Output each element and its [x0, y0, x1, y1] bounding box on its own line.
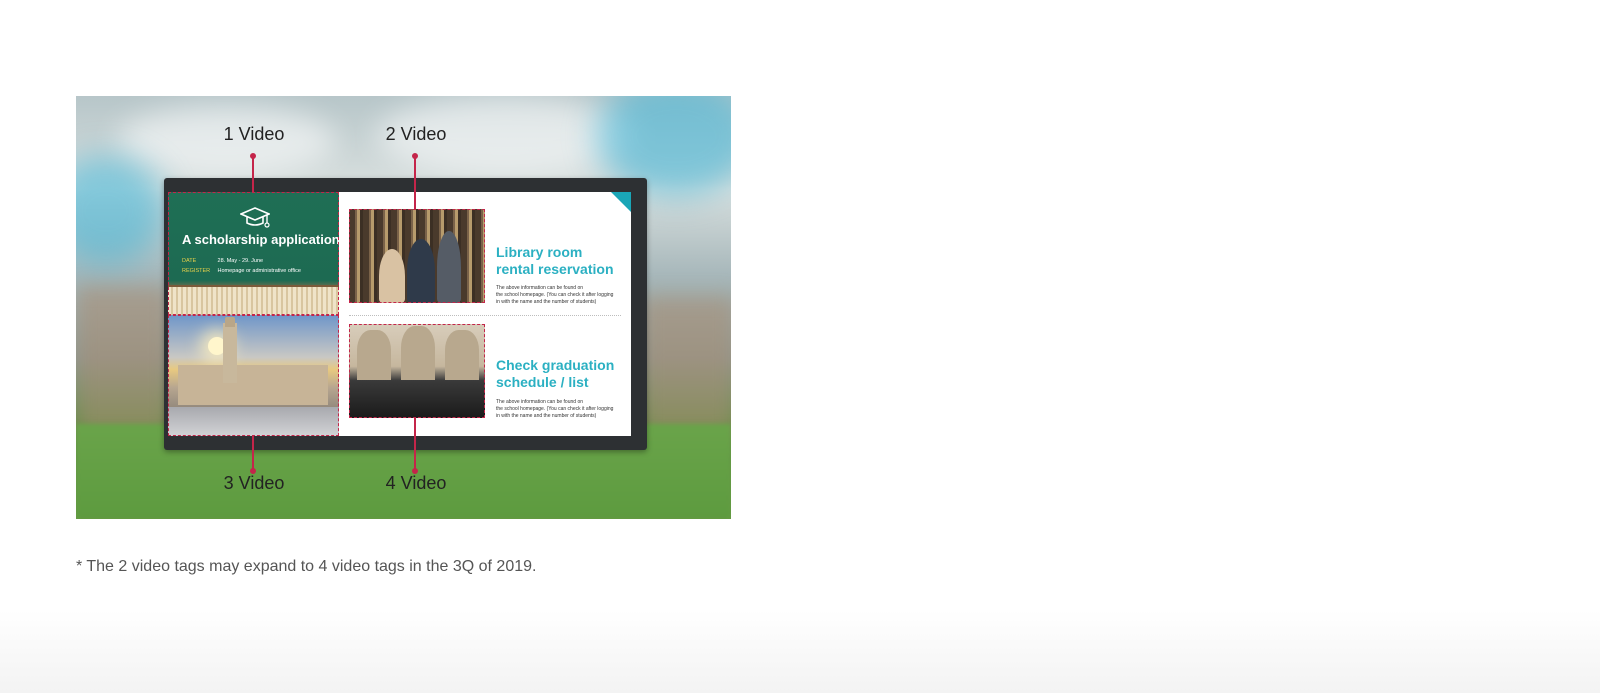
- callout-leader-4: [414, 418, 416, 471]
- graduation-title: Check graduation schedule / list: [496, 357, 626, 391]
- graduation-desc-line3: in with the name and the number of stude…: [496, 413, 597, 419]
- video-zone-4-outline: [349, 324, 485, 418]
- callout-label-2: 2 Video: [385, 124, 447, 144]
- video-zone-1-outline: [168, 192, 339, 315]
- library-desc-line3: in with the name and the number of stude…: [496, 299, 597, 305]
- video-zone-3-outline: [168, 315, 339, 436]
- library-title: Library room rental reservation: [496, 244, 626, 278]
- graduation-desc-line2: the school homepage. (You can check it a…: [496, 406, 614, 412]
- library-desc-line2: the school homepage. (You can check it a…: [496, 292, 614, 298]
- callout-leader-2: [414, 156, 416, 209]
- library-desc-line1: The above information can be found on: [496, 285, 584, 291]
- building-blur: [76, 286, 171, 436]
- graduation-description: The above information can be found on th…: [496, 399, 624, 420]
- library-title-line2: rental reservation: [496, 261, 614, 277]
- library-title-line1: Library room: [496, 244, 583, 260]
- corner-accent: [611, 192, 631, 212]
- callout-label-1: 1 Video: [223, 124, 285, 144]
- building-blur: [641, 296, 731, 436]
- divider: [349, 315, 621, 316]
- signage-layout-figure: 1 Video 2 Video A scholarship applicatio…: [76, 96, 731, 519]
- display-monitor: A scholarship application DATE 28. May -…: [164, 178, 647, 450]
- footnote: * The 2 video tags may expand to 4 video…: [76, 558, 537, 575]
- callout-label-4: 4 Video: [385, 473, 447, 493]
- display-screen: A scholarship application DATE 28. May -…: [168, 192, 631, 436]
- callout-leader-1: [252, 156, 254, 192]
- video-zone-2-outline: [349, 209, 485, 303]
- sky-blur: [76, 156, 166, 266]
- callout-leader-3: [252, 436, 254, 471]
- graduation-title-line2: schedule / list: [496, 374, 589, 390]
- graduation-title-line1: Check graduation: [496, 357, 615, 373]
- callout-label-3: 3 Video: [223, 473, 285, 493]
- graduation-desc-line1: The above information can be found on: [496, 399, 584, 405]
- library-description: The above information can be found on th…: [496, 285, 624, 306]
